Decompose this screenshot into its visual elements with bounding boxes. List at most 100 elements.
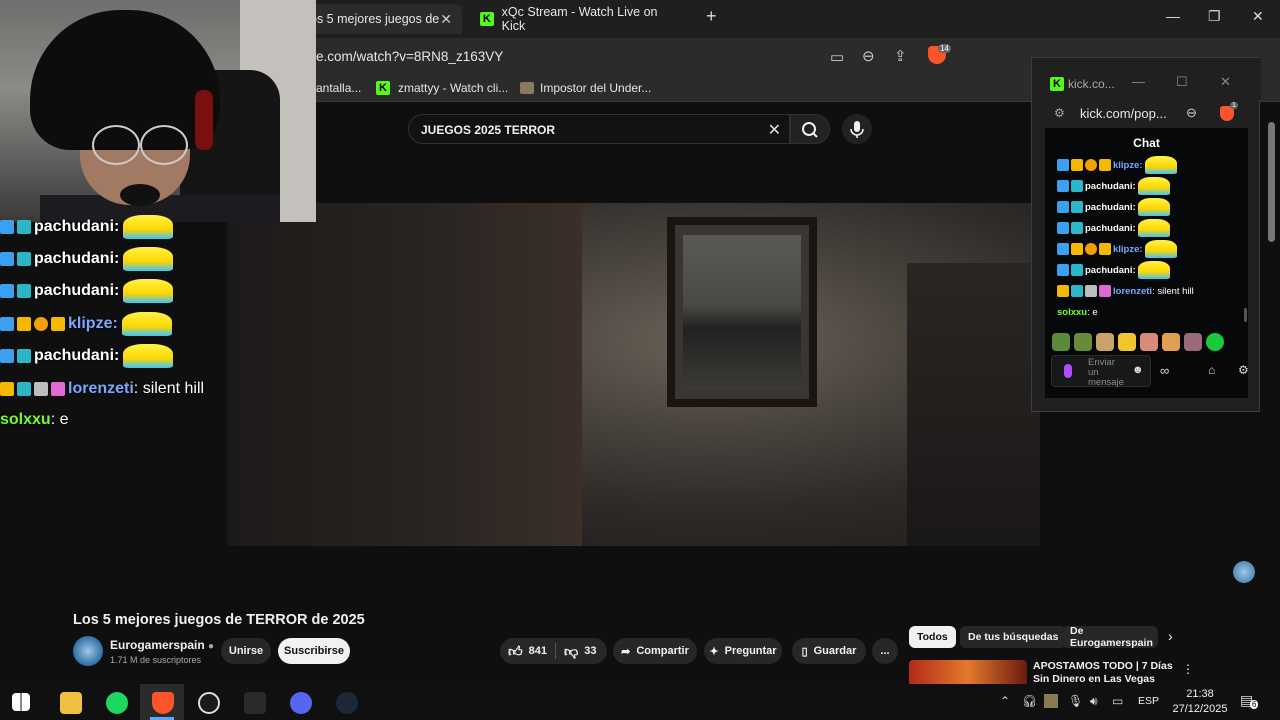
bookmark-3[interactable]: Impostor del Under... [520,81,651,95]
site-settings-icon[interactable]: ⚙ [1054,106,1065,120]
voice-search-button[interactable] [842,114,872,144]
language-indicator[interactable]: ESP [1138,695,1159,707]
emote-icon[interactable] [1162,333,1180,351]
subscriber-badge-icon [1071,222,1083,234]
chat-username: pachudani: [1085,180,1136,192]
emoji-icon[interactable]: ☻ [1132,364,1144,376]
restore-icon[interactable]: ❐ [1208,8,1221,25]
like-dislike-group: 👍︎ 841 👎︎ 33 [500,638,607,664]
kick-popup-url[interactable]: kick.com/pop... [1080,106,1167,121]
search-query: JUEGOS 2025 TERROR [421,123,556,137]
microphone-icon[interactable] [1064,364,1072,378]
brave-browser-icon[interactable] [152,692,174,714]
microphone-icon[interactable]: 🎙︎ [1068,694,1083,708]
join-button[interactable]: Unirse [221,638,271,664]
overlay-chat-message: lorenzeti : silent hill [0,376,204,402]
clock[interactable]: 21:38 27/12/2025 [1170,687,1230,717]
floating-avatar-icon[interactable] [1233,561,1255,583]
infinity-icon[interactable]: ∞ [1160,363,1169,378]
minimize-icon[interactable]: — [1166,8,1180,24]
zoom-icon[interactable]: ⊖ [1186,105,1197,121]
crown-badge-icon [1071,159,1083,171]
video-scene-wall [227,203,582,546]
coin-badge-icon [34,317,48,331]
subscriber-badge-icon [1071,264,1083,276]
cast-icon[interactable]: ▭ [830,48,844,66]
subscribe-button[interactable]: Suscribirse [278,638,350,664]
related-video-thumbnail[interactable] [909,660,1027,684]
chat-text: : silent hill [1152,285,1194,297]
channel-name[interactable]: Eurogamerspain ● [110,638,214,652]
discord-icon[interactable] [290,692,312,714]
share-button[interactable]: ➦ Compartir [613,638,697,664]
close-window-icon[interactable]: ✕ [1252,8,1264,25]
kick-popup-title: kick.co... [1068,77,1115,91]
share-page-icon[interactable]: ⇪ [894,47,907,65]
search-button[interactable] [790,114,830,144]
chat-username: lorenzeti [68,380,134,397]
chat-username: klipze: [1113,159,1143,171]
steam-icon[interactable] [336,692,358,714]
overlay-chat-message: pachudani: [0,214,174,240]
close-window-icon[interactable]: ✕ [1220,74,1231,90]
minimize-icon[interactable]: — [1132,74,1145,89]
emote-icon[interactable] [1206,333,1224,351]
store-icon[interactable]: ⌂ [1208,363,1215,377]
volume-icon[interactable]: 🔊︎ [1090,694,1098,709]
windows-start-icon[interactable] [12,693,30,711]
chip-from-searches[interactable]: De tus búsquedas [960,626,1067,648]
close-tab-icon[interactable]: ✕ [440,11,452,28]
kick-chat-message: pachudani: [1057,219,1170,237]
tab-youtube[interactable]: os 5 mejores juegos de ✕ [300,4,462,34]
chat-message-input[interactable]: Enviar un mensaje ☻ [1051,355,1151,388]
file-explorer-icon[interactable] [60,692,82,714]
related-more-icon[interactable]: ⋮ [1182,662,1194,676]
headset-icon[interactable]: 🎧︎ [1022,694,1037,708]
search-input[interactable]: JUEGOS 2025 TERROR ✕ [408,114,790,144]
bookmark-1[interactable]: antalla... [316,81,361,95]
spotify-icon[interactable] [106,692,128,714]
like-button[interactable]: 👍︎ 841 [508,643,547,660]
save-button[interactable]: ▯ Guardar [792,638,866,664]
verified-icon: ● [208,641,215,652]
zoom-icon[interactable]: ⊖ [862,47,875,65]
emote-icon [1137,198,1170,216]
coin-badge-icon [1085,243,1097,255]
emote-icon[interactable] [1118,333,1136,351]
emote-icon[interactable] [1074,333,1092,351]
kick-chat-message: pachudani: [1057,261,1170,279]
emote-icon[interactable] [1052,333,1070,351]
chat-username: pachudani: [1085,201,1136,213]
chip-all[interactable]: Todos [909,626,956,648]
video-player[interactable] [227,203,1040,546]
emote-icon[interactable] [1096,333,1114,351]
tray-app-icon[interactable] [1044,694,1058,708]
gift-badge-icon [1099,285,1111,297]
app-icon[interactable] [244,692,266,714]
crown-badge-icon [1071,243,1083,255]
chevron-right-icon[interactable]: › [1168,628,1173,644]
network-icon[interactable]: ▭ [1112,694,1123,708]
channel-avatar[interactable] [73,636,103,666]
emote-icon[interactable] [1140,333,1158,351]
url-field[interactable]: e.com/watch?v=8RN8_z163VY [316,49,503,64]
new-tab-button[interactable]: + [706,6,717,27]
chip-from-channel[interactable]: De Eurogamerspain [1062,626,1158,648]
obs-icon[interactable] [198,692,220,714]
ask-button[interactable]: ✦ Preguntar [704,638,782,664]
maximize-icon[interactable]: ☐ [1176,74,1188,90]
related-video-title[interactable]: APOSTAMOS TODO | 7 Días Sin Dinero en La… [1033,660,1173,684]
chat-scrollbar[interactable] [1244,308,1247,322]
sword-badge-icon [0,349,14,363]
bookmark-2[interactable]: Kzmattyy - Watch cli... [376,81,508,95]
more-actions-button[interactable]: ... [872,638,898,664]
tray-chevron-icon[interactable]: ⌃ [1000,694,1010,708]
dislike-button[interactable]: 👎︎ 33 [564,643,596,660]
chat-username: pachudani: [34,347,120,364]
tab-kick[interactable]: K xQc Stream - Watch Live on Kick [470,4,690,34]
overlay-chat-message: klipze: [0,311,172,337]
settings-gear-icon[interactable]: ⚙ [1238,363,1249,377]
clear-search-icon[interactable]: ✕ [768,120,781,140]
page-scrollbar[interactable] [1268,122,1275,242]
emote-icon[interactable] [1184,333,1202,351]
